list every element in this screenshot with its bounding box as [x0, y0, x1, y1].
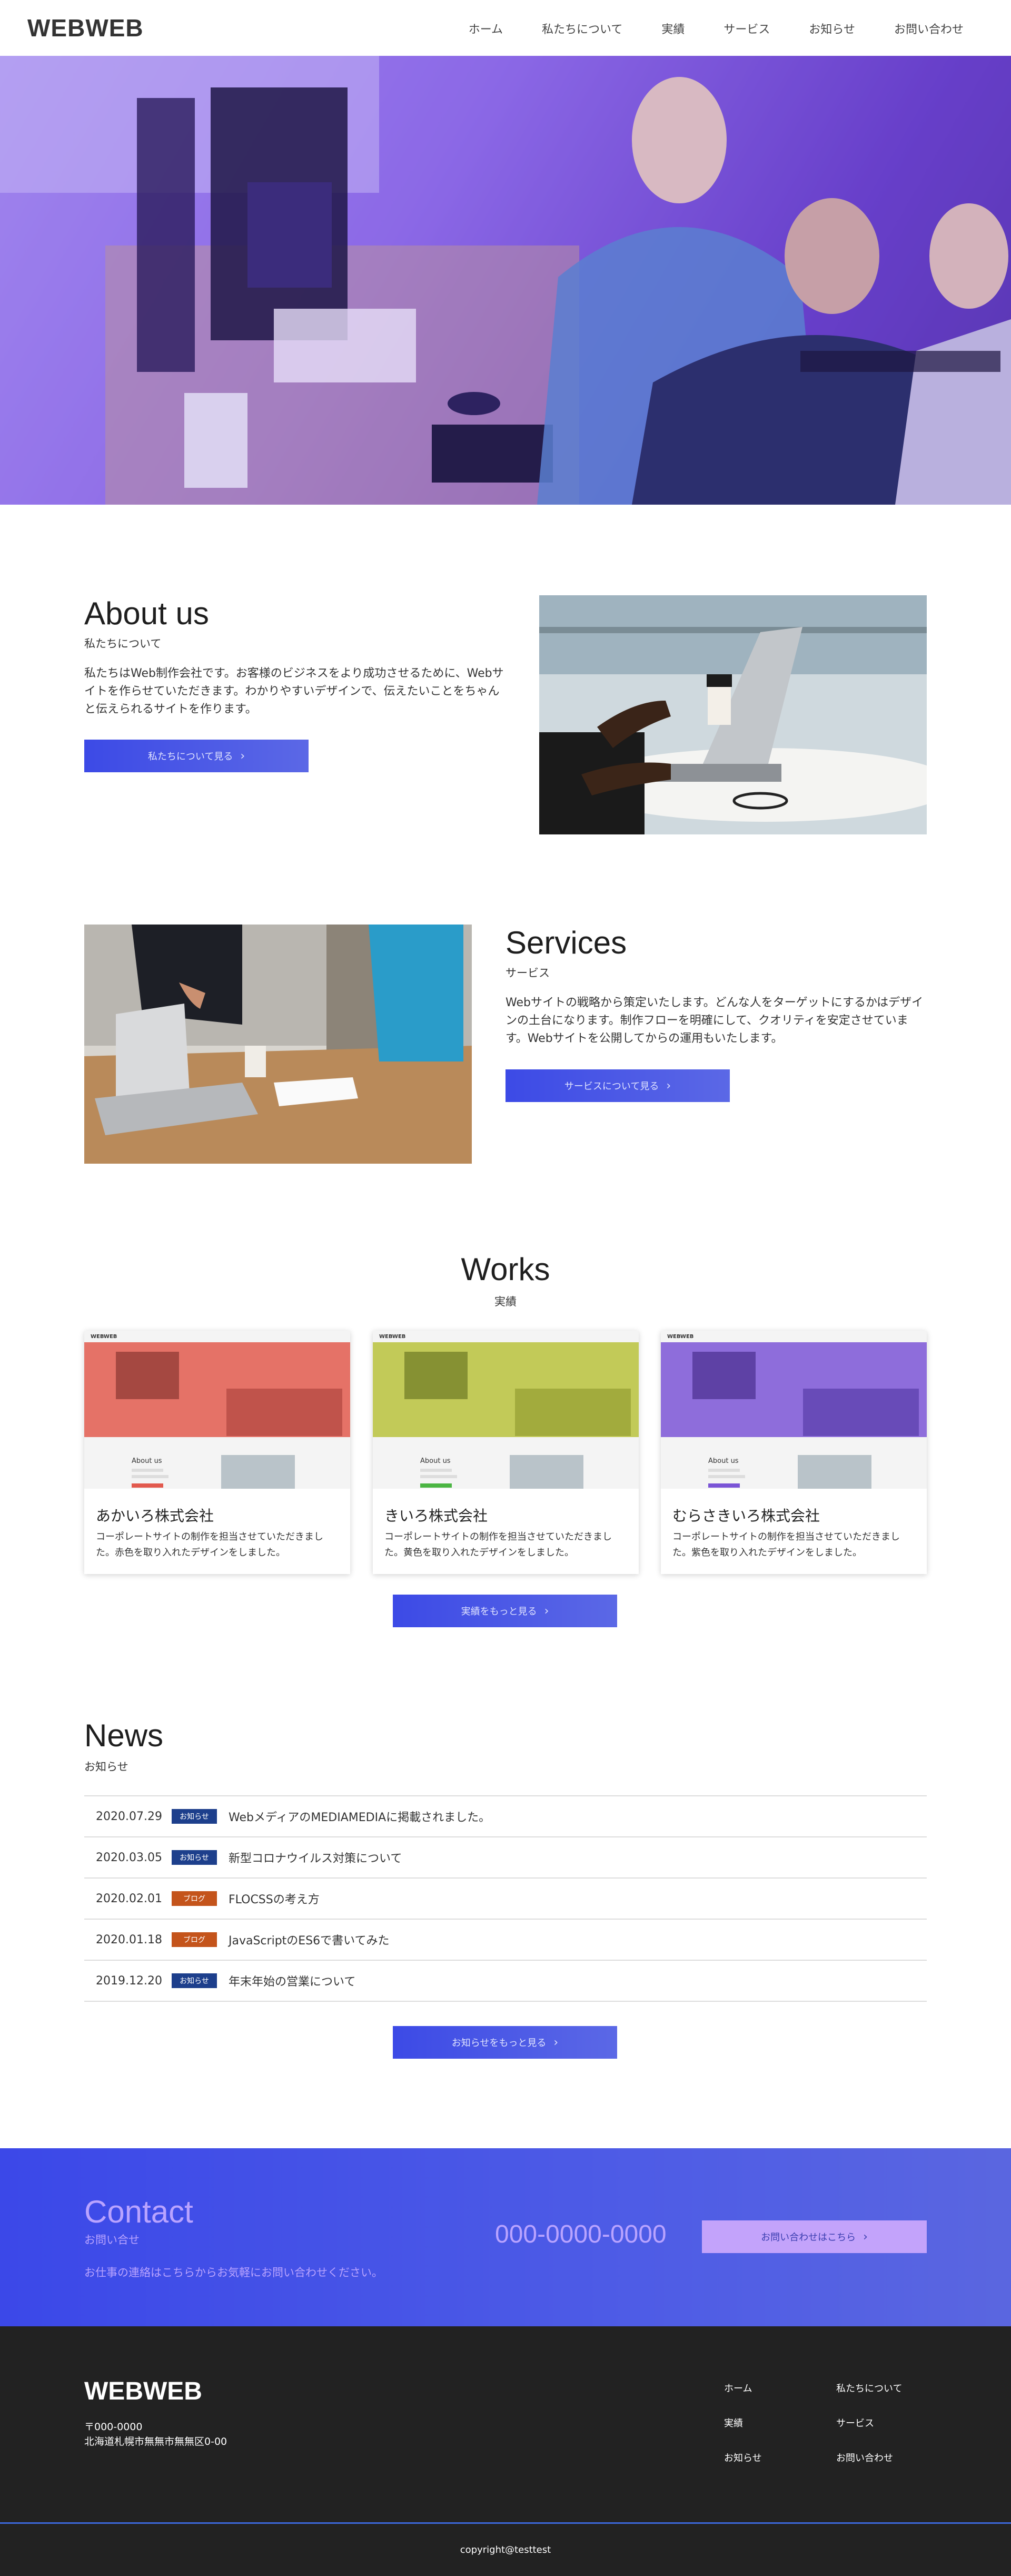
services-photo [84, 925, 472, 1164]
footer-postal: 〒000-0000 [84, 2421, 143, 2433]
chevron-right-icon: › [240, 749, 245, 763]
news-date: 2019.12.20 [96, 1974, 162, 1988]
work-card[interactable]: WEBWEB About us きいろ株式会社 コーポレートサイトの制作を担当さ… [373, 1331, 639, 1574]
news-tag: ブログ [172, 1932, 217, 1947]
hero-image [0, 56, 1011, 505]
works-button-label: 実績をもっと見る [461, 1606, 537, 1617]
work-description: コーポレートサイトの制作を担当させていただきました。紫色を取り入れたデザインをし… [672, 1531, 900, 1558]
work-thumbnail: WEBWEB About us [373, 1331, 639, 1489]
nav-works[interactable]: 実績 [661, 20, 685, 37]
site-logo[interactable]: WEBWEB [27, 14, 144, 42]
nav-about[interactable]: 私たちについて [542, 20, 622, 37]
services-button[interactable]: サービスについて見る › [506, 1069, 730, 1102]
work-description: コーポレートサイトの制作を担当させていただきました。赤色を取り入れたデザインをし… [96, 1531, 323, 1558]
about-photo [539, 595, 927, 834]
contact-button[interactable]: お問い合わせはこちら › [702, 2220, 927, 2253]
services-text: Webサイトの戦略から策定いたします。どんな人をターゲットにするかはデザインの土… [506, 996, 924, 1045]
news-headline: WebメディアのMEDIAMEDIAに掲載されました。 [229, 1811, 491, 1824]
works-more-button[interactable]: 実績をもっと見る › [393, 1595, 617, 1627]
news-title: News [84, 1718, 164, 1753]
chevron-right-icon: › [544, 1604, 549, 1618]
news-row[interactable]: 2020.07.29 お知らせ WebメディアのMEDIAMEDIAに掲載されま… [84, 1796, 927, 1837]
copyright: copyright@testtest [460, 2544, 551, 2555]
chevron-right-icon: › [863, 2230, 868, 2244]
news-tag: お知らせ [172, 1850, 217, 1865]
news-row[interactable]: 2020.02.01 ブログ FLOCSSの考え方 [84, 1879, 927, 1920]
news-date: 2020.01.18 [96, 1933, 162, 1946]
news-headline: 新型コロナウイルス対策について [229, 1852, 402, 1865]
news-button-label: お知らせをもっと見る [451, 2038, 547, 2049]
footer-link-news[interactable]: お知らせ [724, 2451, 762, 2464]
nav-services[interactable]: サービス [723, 20, 770, 37]
about-title: About us [84, 596, 209, 631]
footer-link-about[interactable]: 私たちについて [836, 2381, 902, 2395]
work-title: あかいろ株式会社 [96, 1507, 214, 1525]
work-description: コーポレートサイトの制作を担当させていただきました。黄色を取り入れたデザインをし… [384, 1531, 612, 1558]
news-headline: FLOCSSの考え方 [229, 1893, 320, 1906]
footer-link-works[interactable]: 実績 [724, 2416, 743, 2430]
news-headline: JavaScriptのES6で書いてみた [229, 1934, 390, 1948]
nav-home[interactable]: ホーム [469, 20, 503, 37]
news-more-button[interactable]: お知らせをもっと見る › [393, 2026, 617, 2059]
contact-title: Contact [84, 2194, 193, 2229]
main-nav: ホーム 私たちについて 実績 サービス お知らせ お問い合わせ [469, 20, 964, 37]
footer-link-contact[interactable]: お問い合わせ [836, 2451, 893, 2464]
news-subtitle: お知らせ [84, 1761, 128, 1773]
news-date: 2020.07.29 [96, 1810, 162, 1823]
news-headline: 年末年始の営業について [229, 1975, 356, 1989]
footer-address: 北海道札幌市無無市無無区0-00 [84, 2436, 227, 2447]
work-title: むらさきいろ株式会社 [672, 1507, 820, 1525]
footer-divider [0, 2522, 1011, 2524]
work-card[interactable]: WEBWEB About us あかいろ株式会社 コーポレートサイトの制作を担当… [84, 1331, 350, 1574]
about-button-label: 私たちについて見る [147, 751, 233, 762]
contact-section: Contact お問い合せ お仕事の連絡はこちらからお気軽にお問い合わせください… [0, 2148, 1011, 2326]
site-header: WEBWEB ホーム 私たちについて 実績 サービス お知らせ お問い合わせ [0, 0, 1011, 56]
footer-logo[interactable]: WEBWEB [84, 2377, 202, 2406]
services-title: Services [506, 925, 627, 960]
news-tag: ブログ [172, 1891, 217, 1906]
contact-phone[interactable]: 000-0000-0000 [495, 2220, 667, 2249]
footer-link-services[interactable]: サービス [836, 2416, 874, 2430]
news-row[interactable]: 2020.03.05 お知らせ 新型コロナウイルス対策について [84, 1837, 927, 1879]
about-subtitle: 私たちについて [84, 637, 162, 650]
work-card[interactable]: WEBWEB About us むらさきいろ株式会社 コーポレートサイトの制作を… [661, 1331, 927, 1574]
services-button-label: サービスについて見る [564, 1081, 659, 1092]
work-thumbnail: WEBWEB About us [661, 1331, 927, 1489]
news-tag: お知らせ [172, 1809, 217, 1824]
works-title: Works [461, 1252, 550, 1287]
news-row[interactable]: 2020.01.18 ブログ JavaScriptのES6で書いてみた [84, 1920, 927, 1961]
news-tag: お知らせ [172, 1973, 217, 1988]
chevron-right-icon: › [666, 1079, 671, 1093]
nav-news[interactable]: お知らせ [809, 20, 855, 37]
footer-link-home[interactable]: ホーム [724, 2381, 752, 2395]
contact-text: お仕事の連絡はこちらからお気軽にお問い合わせください。 [84, 2266, 383, 2279]
about-button[interactable]: 私たちについて見る › [84, 740, 309, 772]
work-thumbnail: WEBWEB About us [84, 1331, 350, 1489]
work-title: きいろ株式会社 [384, 1507, 488, 1525]
chevron-right-icon: › [553, 2036, 559, 2049]
news-date: 2020.02.01 [96, 1892, 162, 1905]
news-date: 2020.03.05 [96, 1851, 162, 1864]
contact-button-label: お問い合わせはこちら [761, 2232, 856, 2243]
news-row[interactable]: 2019.12.20 お知らせ 年末年始の営業について [84, 1961, 927, 2002]
services-subtitle: サービス [506, 967, 550, 979]
contact-subtitle: お問い合せ [84, 2234, 140, 2246]
nav-contact[interactable]: お問い合わせ [894, 20, 964, 37]
works-subtitle: 実績 [494, 1295, 517, 1308]
site-footer: WEBWEB 〒000-0000 北海道札幌市無無市無無区0-00 ホーム 私た… [0, 2326, 1011, 2576]
about-text: 私たちはWeb制作会社です。お客様のビジネスをより成功させるために、Webサイト… [84, 667, 504, 716]
